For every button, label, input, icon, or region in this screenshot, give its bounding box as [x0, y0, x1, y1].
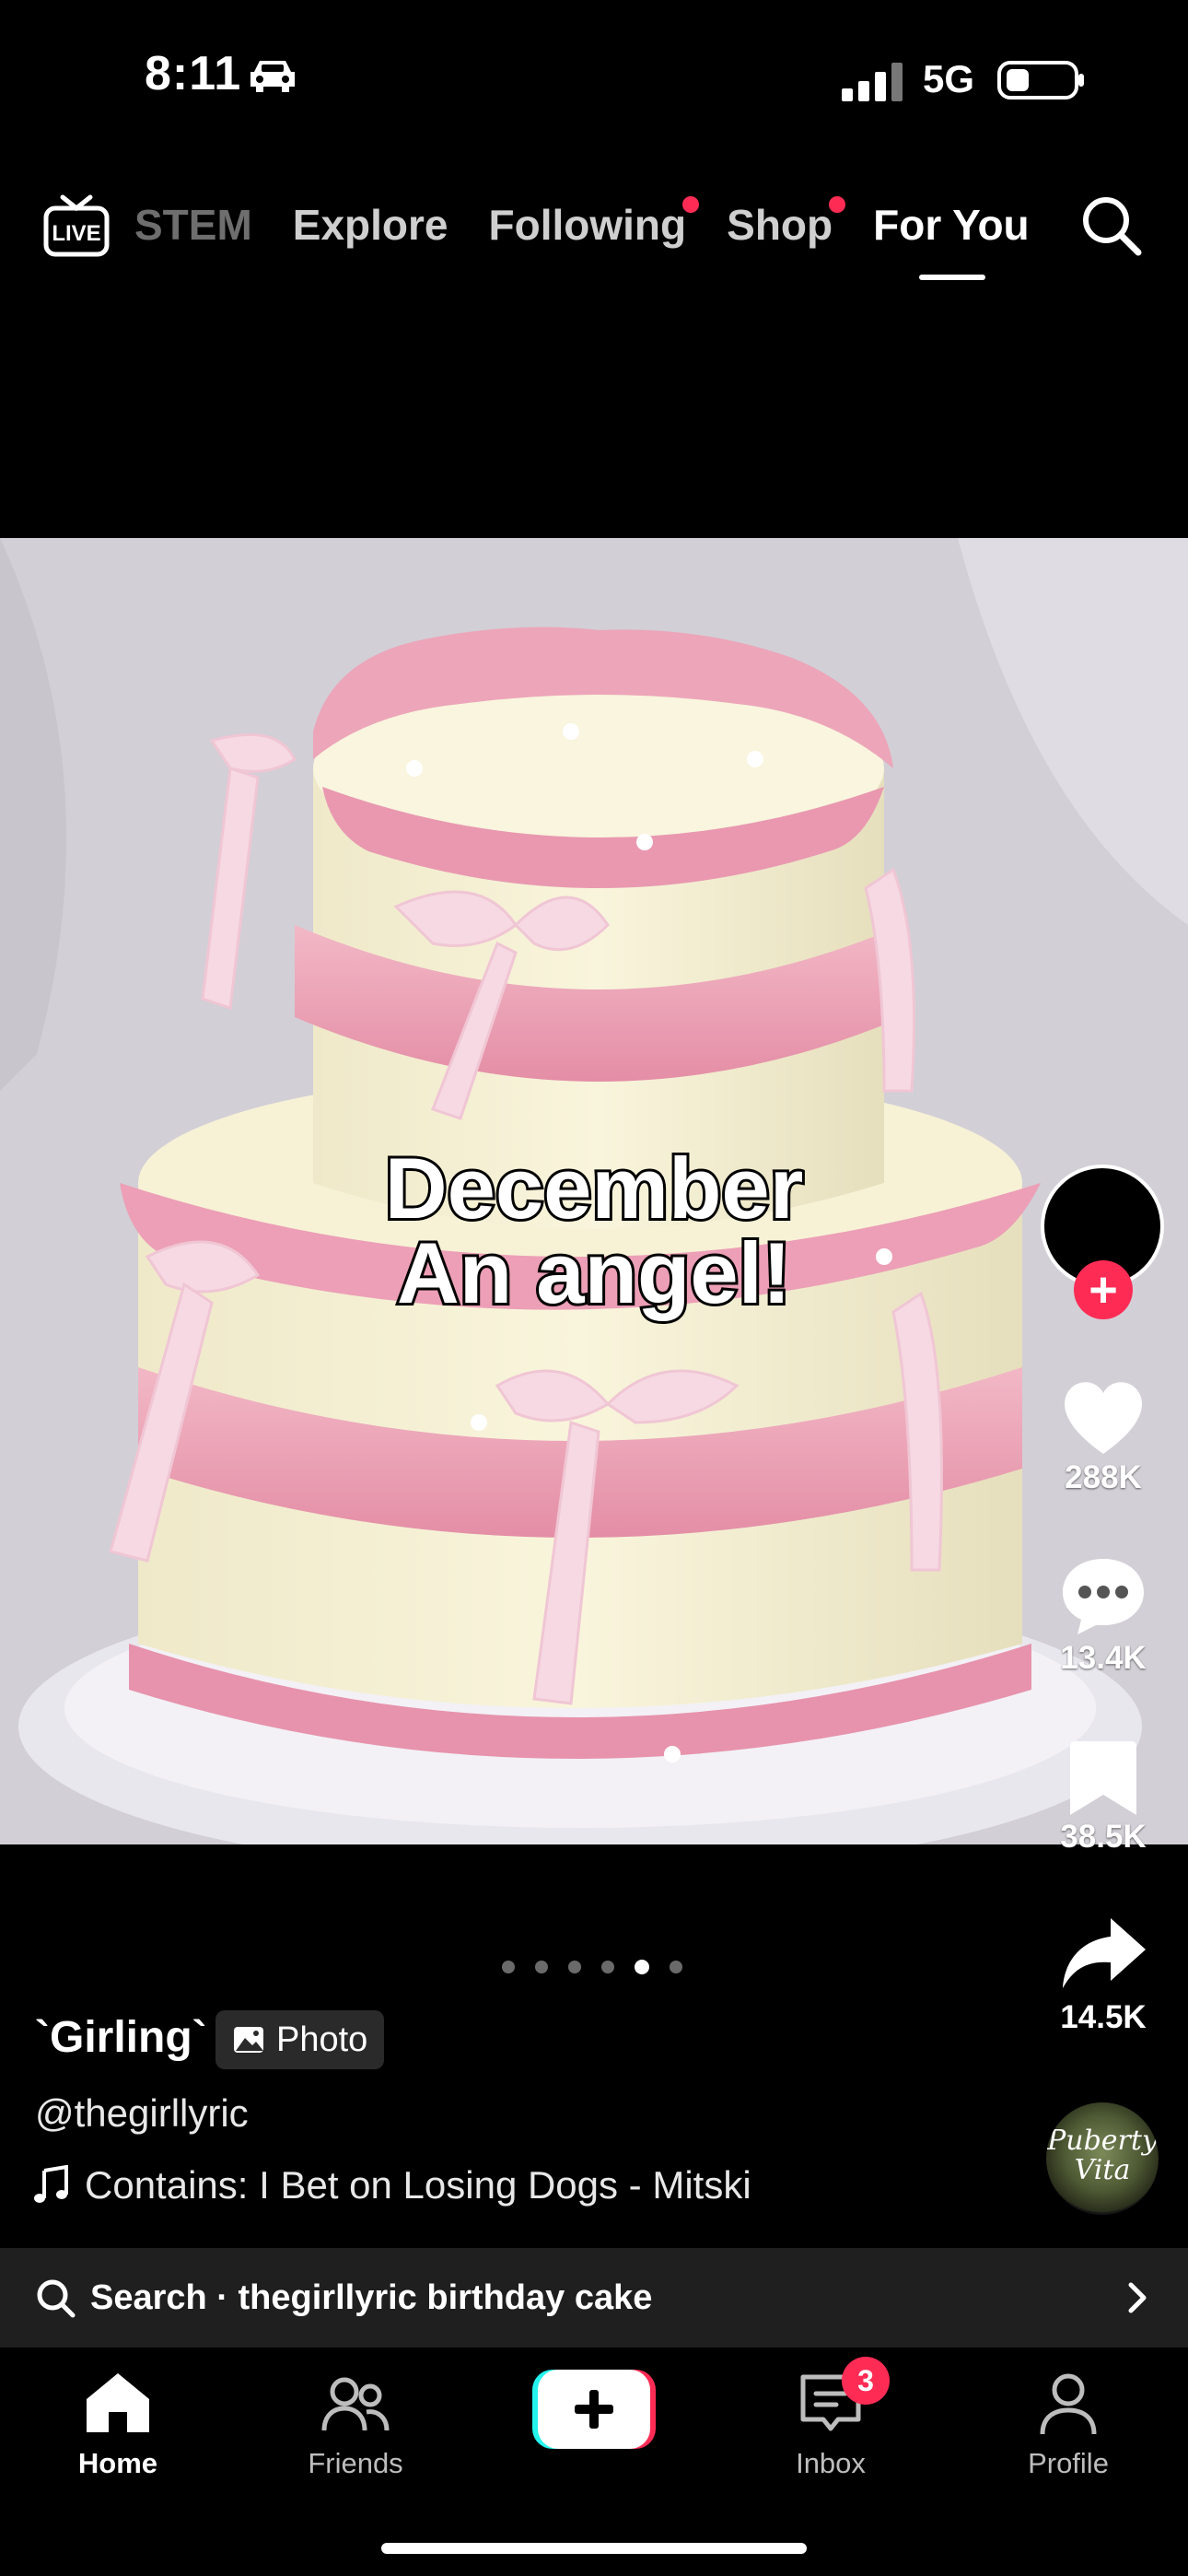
share-count: 14.5K: [1060, 1999, 1147, 2035]
creator-username[interactable]: @thegirllyric: [35, 2091, 249, 2136]
nav-profile[interactable]: Profile: [976, 2366, 1160, 2480]
page-dot: [535, 1961, 548, 1973]
nav-profile-label: Profile: [1028, 2447, 1109, 2479]
inbox-badge: 3: [842, 2357, 890, 2405]
active-tab-indicator: [919, 275, 985, 280]
comment-icon[interactable]: [1057, 1553, 1149, 1636]
tab-shop[interactable]: Shop: [727, 196, 846, 250]
save-count: 38.5K: [1060, 1819, 1147, 1855]
friends-icon: [321, 2377, 390, 2431]
search-prefix: Search: [90, 2277, 207, 2317]
create-plus-icon[interactable]: [532, 2370, 656, 2449]
home-indicator: [381, 2543, 807, 2554]
battery-icon: [997, 61, 1084, 100]
nav-home[interactable]: Home: [26, 2366, 210, 2480]
svg-text:LIVE: LIVE: [52, 221, 100, 246]
notification-dot: [829, 196, 846, 213]
tab-following[interactable]: Following: [488, 196, 700, 250]
nav-friends[interactable]: Friends: [263, 2366, 448, 2480]
music-title: Contains: I Bet on Losing Dogs - Mitski: [85, 2163, 751, 2207]
cellular-signal-icon: [842, 63, 903, 101]
car-icon: [250, 61, 295, 92]
bottom-nav: Home Friends 3 Inbox Profile: [0, 2348, 1188, 2576]
nav-inbox-label: Inbox: [796, 2447, 866, 2479]
search-separator: ·: [206, 2277, 239, 2317]
tab-for-you[interactable]: For You: [873, 200, 1030, 250]
notification-dot: [682, 196, 700, 213]
like-count: 288K: [1065, 1459, 1142, 1495]
music-disc-art: Puberty Vita: [1047, 2125, 1158, 2186]
chevron-right-icon: [1128, 2282, 1147, 2313]
comment-count: 13.4K: [1060, 1640, 1147, 1676]
share-icon[interactable]: [1057, 1913, 1149, 1996]
photo-badge: Photo: [215, 2010, 385, 2069]
status-time: 8:11: [145, 47, 242, 100]
caption-line-2: An angel!: [394, 1224, 794, 1321]
page-dot-active: [635, 1960, 649, 1974]
photo-pagination: [502, 1960, 682, 1974]
network-type: 5G: [923, 57, 975, 100]
photo-badge-label: Photo: [276, 2020, 368, 2059]
search-icon[interactable]: [1077, 192, 1144, 258]
heart-icon[interactable]: [1057, 1375, 1149, 1458]
home-icon: [87, 2373, 149, 2432]
tab-shop-label: Shop: [727, 201, 833, 249]
top-tabs: STEM Explore Following Shop For You: [134, 195, 1070, 254]
post-title[interactable]: `Girling`: [35, 2012, 207, 2063]
photo-caption: December An angel!: [0, 1140, 1188, 1321]
profile-icon: [1040, 2373, 1097, 2435]
search-query: thegirllyric birthday cake: [238, 2277, 653, 2317]
search-suggestion-bar[interactable]: Search · thegirllyric birthday cake: [0, 2248, 1188, 2348]
nav-home-label: Home: [77, 2447, 158, 2479]
page-dot: [568, 1961, 581, 1973]
caption-line-1: December: [382, 1140, 807, 1236]
follow-plus-button[interactable]: +: [1074, 1260, 1133, 1319]
nav-inbox[interactable]: 3 Inbox: [739, 2357, 923, 2480]
music-info[interactable]: Contains: I Bet on Losing Dogs - Mitski: [33, 2163, 751, 2207]
live-tv-icon[interactable]: LIVE: [42, 190, 111, 258]
music-note-icon: [34, 2165, 68, 2203]
search-suggestion-text: Search · thegirllyric birthday cake: [90, 2278, 652, 2318]
music-disc[interactable]: Puberty Vita: [1046, 2102, 1159, 2215]
search-icon: [37, 2279, 76, 2318]
image-icon: [234, 2027, 263, 2053]
tab-explore[interactable]: Explore: [293, 200, 448, 250]
page-dot: [502, 1961, 515, 1973]
page-dot: [601, 1961, 614, 1973]
tab-stem[interactable]: STEM: [134, 200, 252, 250]
nav-friends-label: Friends: [308, 2447, 403, 2479]
bookmark-icon[interactable]: [1057, 1738, 1149, 1821]
tab-following-label: Following: [488, 201, 687, 249]
page-dot: [670, 1961, 682, 1973]
